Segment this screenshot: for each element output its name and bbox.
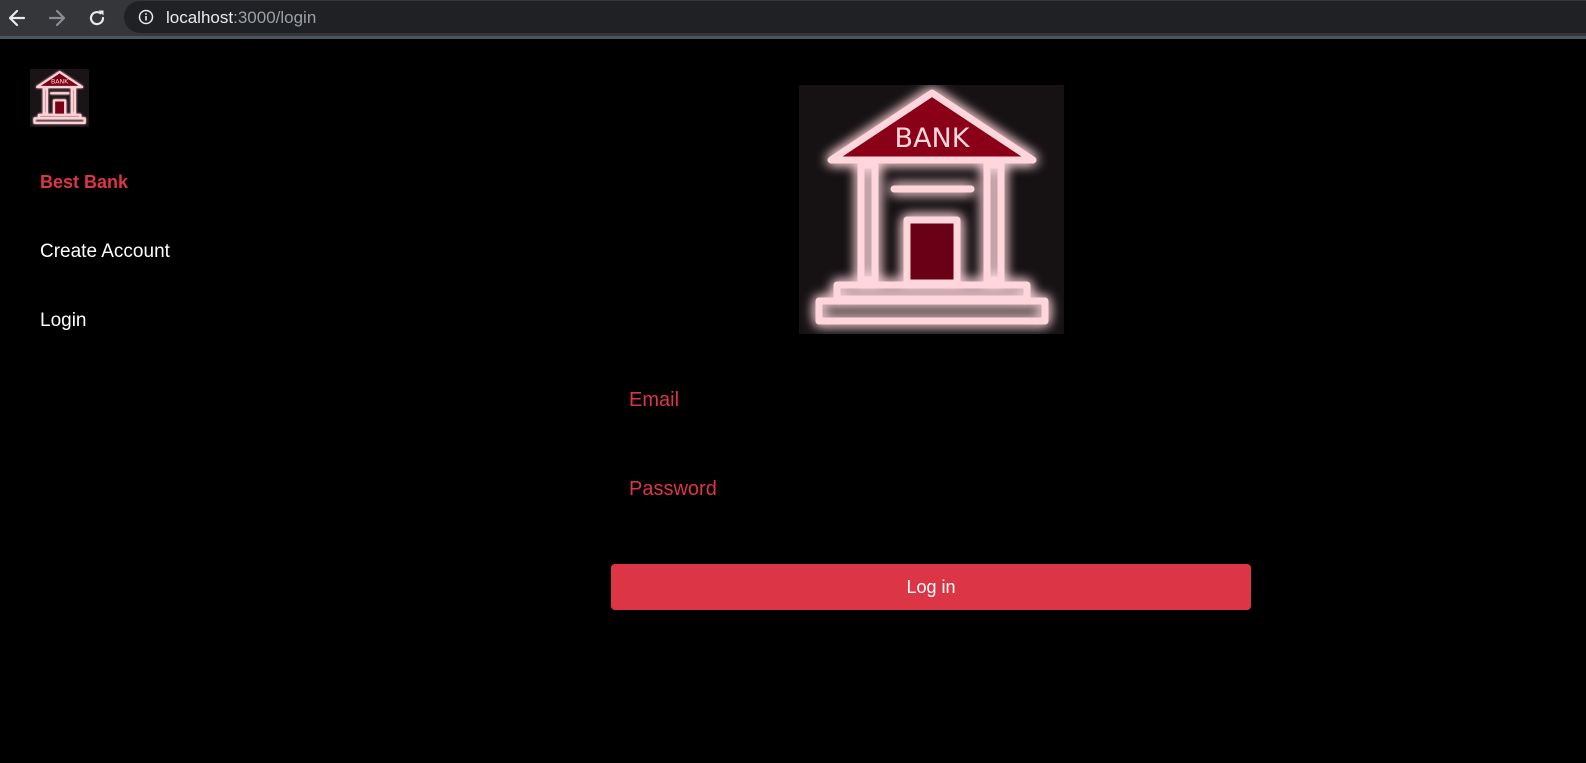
password-field[interactable] [611,506,1255,534]
nav-create-account[interactable]: Create Account [40,241,170,263]
info-icon[interactable] [138,9,154,25]
sidebar-logo[interactable]: BANK [30,69,89,127]
password-label: Password [629,478,717,500]
login-button[interactable]: Log in [611,564,1251,610]
url-text[interactable]: localhost:3000/login [166,8,316,28]
bank-logo-icon: BANK [815,89,1049,325]
back-arrow-icon [8,9,26,27]
email-field[interactable] [611,417,1255,445]
url-path: :3000/login [233,8,317,27]
forward-arrow-icon [48,9,66,27]
bank-icon: BANK [33,70,86,124]
brand-link[interactable]: Best Bank [40,172,128,193]
browser-toolbar: localhost:3000/login [0,0,1586,39]
forward-button[interactable] [44,5,70,31]
url-host: localhost [166,8,234,27]
page: BANK Best Bank Create Account Login BANK… [0,39,1586,763]
back-button[interactable] [4,5,30,31]
nav-login[interactable]: Login [40,310,87,332]
address-bar[interactable]: localhost:3000/login [124,1,1586,33]
email-label: Email [629,389,680,411]
reload-icon [89,10,105,26]
bank-logo-text: BANK [895,123,971,154]
sidebar-logo-text: BANK [51,79,69,86]
bank-logo: BANK [799,85,1064,334]
reload-button[interactable] [84,5,110,31]
